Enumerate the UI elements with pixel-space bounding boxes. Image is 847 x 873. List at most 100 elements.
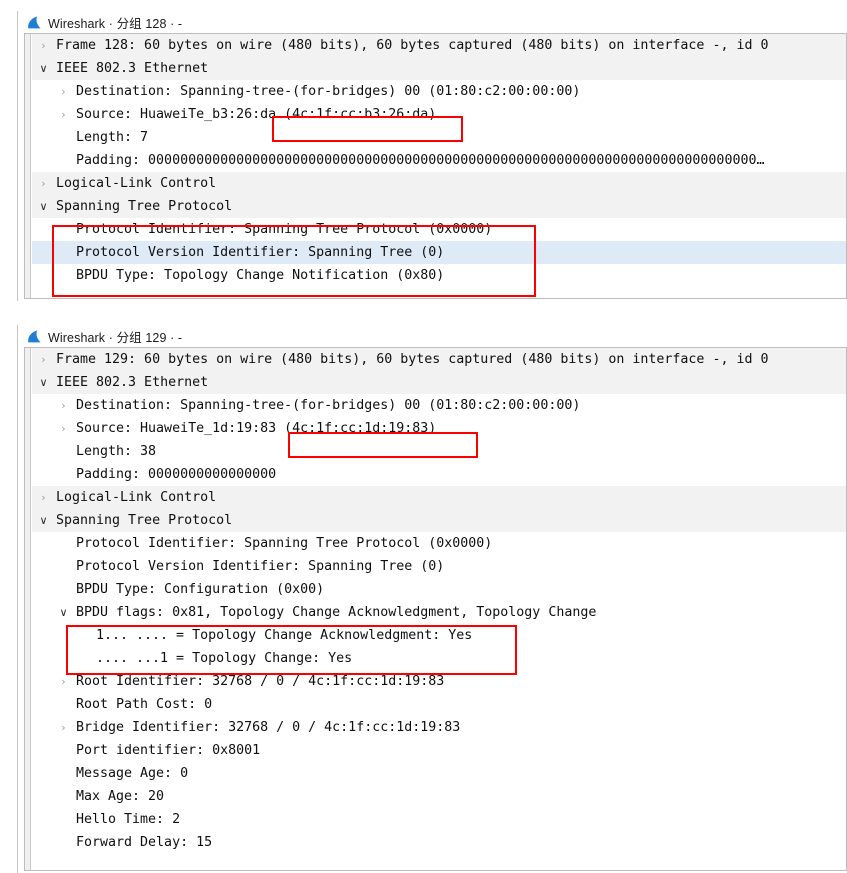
tree-row[interactable]: Protocol Version Identifier: Spanning Tr… — [32, 555, 846, 578]
tree-row[interactable]: Length: 38 — [32, 440, 846, 463]
twisty-spacer-icon — [56, 149, 71, 172]
dialog-title: Wireshark · 分组 129 · - — [48, 330, 183, 345]
tree-rows-container: › Frame 128: 60 bytes on wire (480 bits),… — [32, 34, 846, 298]
tree-row-label: Protocol Identifier: Spanning Tree Proto… — [76, 536, 493, 551]
tree-row-label: Length: 7 — [76, 130, 149, 145]
tree-row-label: Protocol Version Identifier: Spanning Tr… — [76, 559, 445, 574]
dialog-title: Wireshark · 分组 128 · - — [48, 16, 183, 31]
twisty-spacer-icon — [56, 241, 71, 264]
chevron-down-icon[interactable]: ∨ — [36, 371, 51, 394]
twisty-spacer-icon — [56, 532, 71, 555]
twisty-spacer-icon — [56, 831, 71, 854]
tree-row[interactable]: Root Path Cost: 0 — [32, 693, 846, 716]
tree-row-label: BPDU Type: Topology Change Notification … — [76, 268, 445, 283]
tree-row-label: BPDU flags: 0x81, Topology Change Acknow… — [76, 605, 597, 620]
tree-row-label: Spanning Tree Protocol — [56, 199, 233, 214]
tree-row-label: Protocol Version Identifier: Spanning Tr… — [76, 245, 445, 260]
tree-row[interactable]: ∨ BPDU flags: 0x81, Topology Change Ackno… — [32, 601, 846, 624]
tree-row[interactable]: Protocol Identifier: Spanning Tree Proto… — [32, 532, 846, 555]
tree-row[interactable]: Padding: 0000000000000000 — [32, 463, 846, 486]
tree-row[interactable]: ∨ IEEE 802.3 Ethernet — [32, 57, 846, 80]
tree-row[interactable]: › Source: HuaweiTe_1d:19:83 (4c:1f:cc:1d:… — [32, 417, 846, 440]
twisty-spacer-icon — [56, 785, 71, 808]
tree-row[interactable]: Protocol Version Identifier: Spanning Tr… — [32, 241, 846, 264]
screenshot-root: Wireshark · 分组 128 · - › Frame 128: 60 by… — [0, 0, 847, 873]
tree-row[interactable]: › Destination: Spanning-tree-(for-bridges… — [32, 394, 846, 417]
packet-detail-tree-128[interactable]: › Frame 128: 60 bytes on wire (480 bits),… — [24, 33, 847, 299]
chevron-right-icon[interactable]: › — [56, 394, 71, 417]
tree-row[interactable]: Protocol Identifier: Spanning Tree Proto… — [32, 218, 846, 241]
tree-row[interactable]: ∨ IEEE 802.3 Ethernet — [32, 371, 846, 394]
tree-row[interactable]: Port identifier: 0x8001 — [32, 739, 846, 762]
tree-row[interactable]: › Bridge Identifier: 32768 / 0 / 4c:1f:cc… — [32, 716, 846, 739]
twisty-spacer-icon — [56, 762, 71, 785]
window-left-border — [17, 325, 18, 873]
tree-row-label: Hello Time: 2 — [76, 812, 181, 827]
tree-row[interactable]: Forward Delay: 15 — [32, 831, 846, 854]
tree-row-label: Frame 129: 60 bytes on wire (480 bits), … — [56, 352, 769, 367]
chevron-down-icon[interactable]: ∨ — [56, 601, 71, 624]
tree-scroll-gutter[interactable] — [25, 348, 31, 870]
tree-row-label: Padding: 0000000000000000 — [76, 467, 277, 482]
tree-row[interactable]: › Logical-Link Control — [32, 172, 846, 195]
tree-row[interactable]: BPDU Type: Configuration (0x00) — [32, 578, 846, 601]
tree-row[interactable]: › Root Identifier: 32768 / 0 / 4c:1f:cc:1… — [32, 670, 846, 693]
tree-row[interactable]: › Frame 128: 60 bytes on wire (480 bits),… — [32, 34, 846, 57]
wireshark-packet-dialog-129: Wireshark · 分组 129 · - › Frame 129: 60 by… — [17, 325, 847, 873]
dialog-titlebar: Wireshark · 分组 128 · - — [17, 11, 847, 33]
wireshark-packet-dialog-128: Wireshark · 分组 128 · - › Frame 128: 60 by… — [17, 11, 847, 301]
tree-row-label: Length: 38 — [76, 444, 157, 459]
chevron-right-icon[interactable]: › — [56, 103, 71, 126]
twisty-spacer-icon — [56, 264, 71, 287]
tree-row[interactable]: .... ...1 = Topology Change: Yes — [32, 647, 846, 670]
tree-row[interactable]: 1... .... = Topology Change Acknowledgme… — [32, 624, 846, 647]
chevron-down-icon[interactable]: ∨ — [36, 195, 51, 218]
tree-row-label: Max Age: 20 — [76, 789, 165, 804]
chevron-right-icon[interactable]: › — [36, 34, 51, 57]
chevron-right-icon[interactable]: › — [56, 716, 71, 739]
tree-row-label: .... ...1 = Topology Change: Yes — [96, 651, 353, 666]
tree-row-label: 1... .... = Topology Change Acknowledgme… — [96, 628, 473, 643]
tree-row-label: Destination: Spanning-tree-(for-bridges)… — [76, 84, 581, 99]
tree-row-label: Spanning Tree Protocol — [56, 513, 233, 528]
dialog-titlebar: Wireshark · 分组 129 · - — [17, 325, 847, 347]
chevron-right-icon[interactable]: › — [56, 80, 71, 103]
twisty-spacer-icon — [56, 463, 71, 486]
tree-row-label: Logical-Link Control — [56, 176, 217, 191]
tree-row[interactable]: BPDU Type: Topology Change Notification … — [32, 264, 846, 287]
tree-row[interactable]: Max Age: 20 — [32, 785, 846, 808]
tree-scroll-gutter[interactable] — [25, 34, 31, 298]
twisty-spacer-icon — [56, 739, 71, 762]
chevron-right-icon[interactable]: › — [56, 417, 71, 440]
tree-row[interactable]: Padding: 0000000000000000000000000000000… — [32, 149, 846, 172]
tree-rows-container: › Frame 129: 60 bytes on wire (480 bits),… — [32, 348, 846, 870]
tree-row[interactable]: ∨ Spanning Tree Protocol — [32, 509, 846, 532]
tree-row[interactable]: ∨ Spanning Tree Protocol — [32, 195, 846, 218]
tree-row[interactable]: › Destination: Spanning-tree-(for-bridges… — [32, 80, 846, 103]
tree-row-label: Port identifier: 0x8001 — [76, 743, 261, 758]
packet-detail-tree-129[interactable]: › Frame 129: 60 bytes on wire (480 bits),… — [24, 347, 847, 871]
tree-row-label: Padding: 0000000000000000000000000000000… — [76, 153, 765, 168]
chevron-down-icon[interactable]: ∨ — [36, 509, 51, 532]
tree-row[interactable]: Length: 7 — [32, 126, 846, 149]
tree-row-label: Forward Delay: 15 — [76, 835, 213, 850]
tree-row-label: IEEE 802.3 Ethernet — [56, 61, 209, 76]
tree-row[interactable]: › Logical-Link Control — [32, 486, 846, 509]
chevron-right-icon[interactable]: › — [36, 348, 51, 371]
tree-row[interactable]: Hello Time: 2 — [32, 808, 846, 831]
tree-row[interactable]: › Source: HuaweiTe_b3:26:da (4c:1f:cc:b3:… — [32, 103, 846, 126]
twisty-spacer-icon — [56, 808, 71, 831]
twisty-spacer-icon — [56, 578, 71, 601]
window-left-border — [17, 11, 18, 301]
tree-row-label: Destination: Spanning-tree-(for-bridges)… — [76, 398, 581, 413]
chevron-right-icon[interactable]: › — [36, 172, 51, 195]
chevron-down-icon[interactable]: ∨ — [36, 57, 51, 80]
chevron-right-icon[interactable]: › — [36, 486, 51, 509]
wireshark-shark-fin-icon — [28, 329, 41, 342]
tree-row[interactable]: Message Age: 0 — [32, 762, 846, 785]
tree-row-label: Frame 128: 60 bytes on wire (480 bits), … — [56, 38, 769, 53]
tree-row[interactable]: › Frame 129: 60 bytes on wire (480 bits),… — [32, 348, 846, 371]
chevron-right-icon[interactable]: › — [56, 670, 71, 693]
twisty-spacer-icon — [56, 440, 71, 463]
wireshark-shark-fin-icon — [28, 15, 41, 28]
